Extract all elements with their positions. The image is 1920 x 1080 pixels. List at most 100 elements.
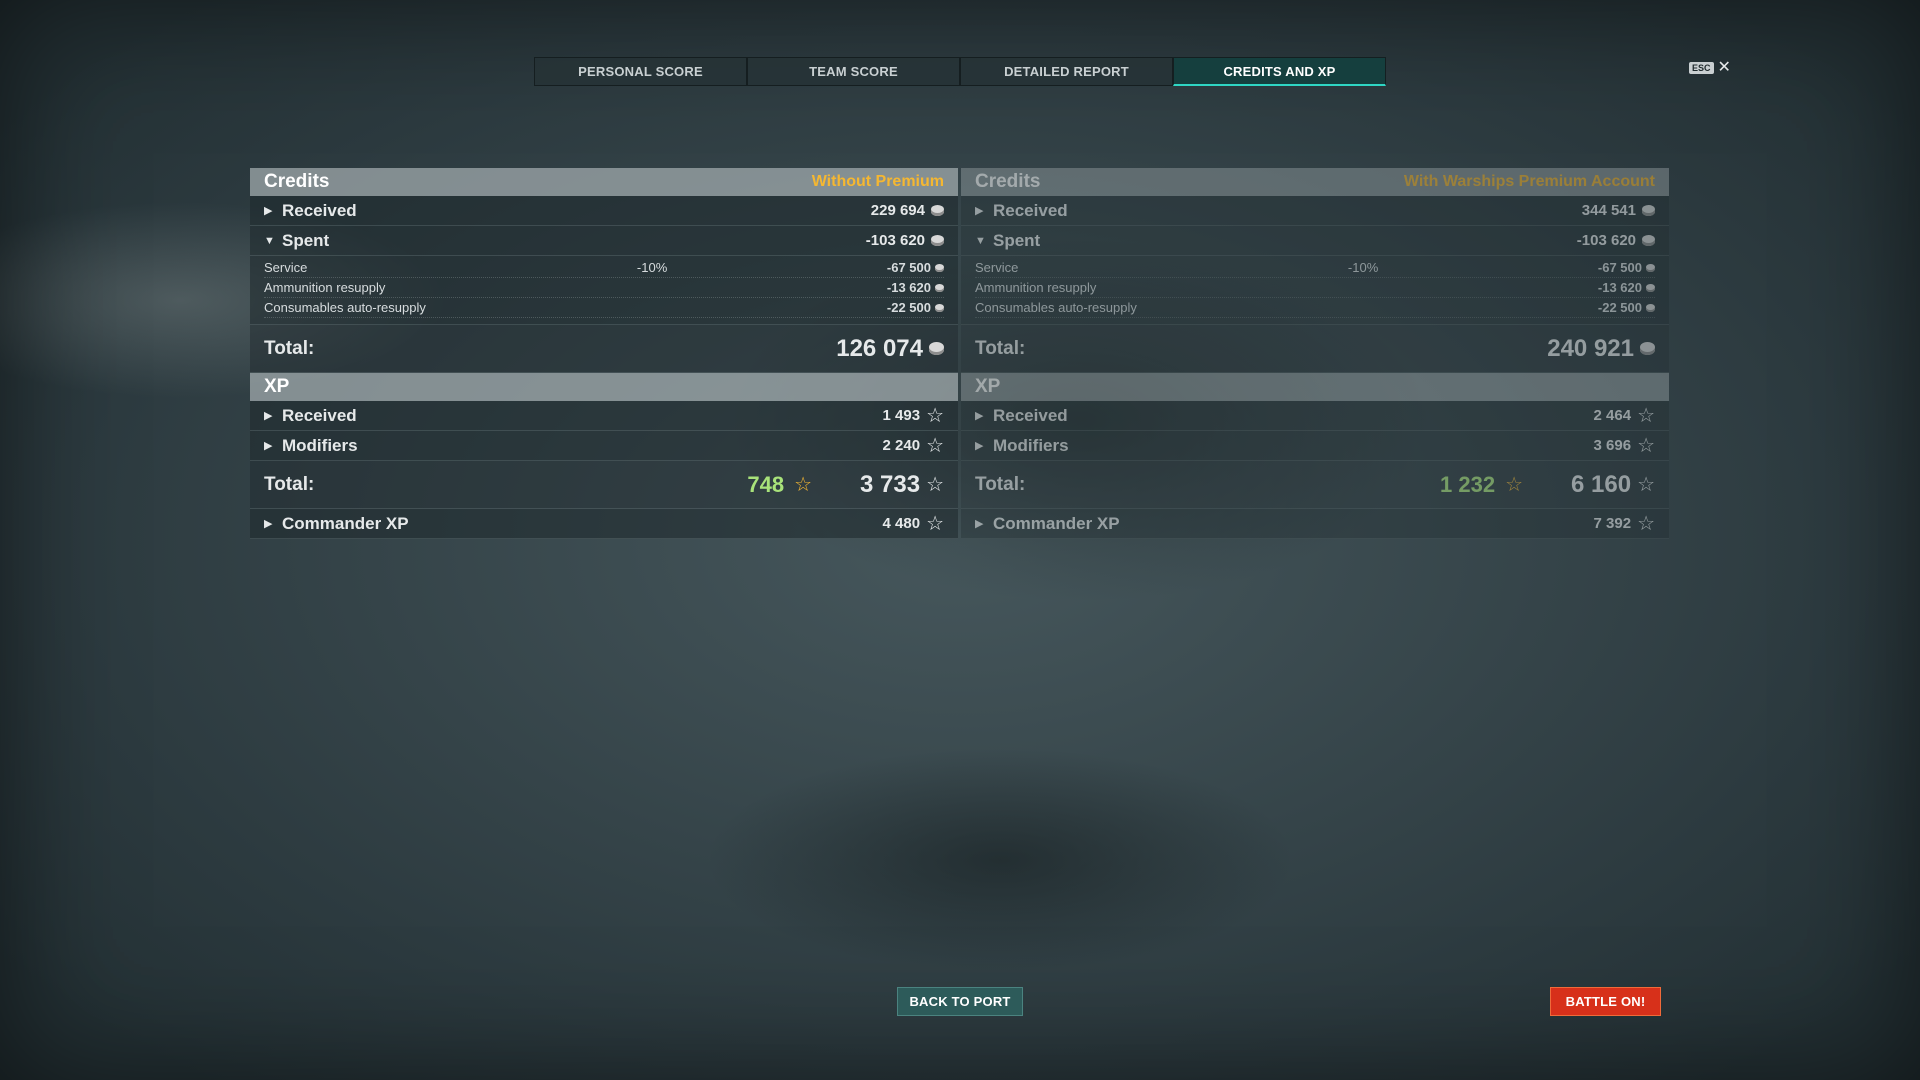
credits-received-row[interactable]: ▶ Received 344 541 xyxy=(961,196,1669,226)
xp-received-row[interactable]: ▶ Received 2 464 ☆ xyxy=(961,401,1669,431)
commander-xp-value: 4 480 xyxy=(882,515,921,532)
credits-total-row: Total: 126 074 xyxy=(250,325,958,373)
commander-xp-label: Commander XP xyxy=(282,513,409,533)
free-xp-group: 748 ☆ xyxy=(747,472,812,498)
detail-label: Consumables auto-resupply xyxy=(975,300,1137,315)
battle-background xyxy=(0,0,1920,1080)
detail-label: Service xyxy=(264,260,308,275)
xp-modifiers-value: 3 696 xyxy=(1593,437,1632,454)
battle-on-button[interactable]: BATTLE ON! xyxy=(1550,987,1661,1016)
commander-xp-label: Commander XP xyxy=(993,513,1120,533)
spent-detail-row: Ammunition resupply -13 620 xyxy=(264,278,944,298)
star-icon: ☆ xyxy=(1637,434,1655,457)
detail-percent: -10% xyxy=(636,260,668,275)
caret-right-icon: ▶ xyxy=(975,205,984,217)
xp-modifiers-value: 2 240 xyxy=(882,437,921,454)
spent-details: Service -10% -67 500 Ammunition resupply… xyxy=(961,256,1669,325)
xp-header: XP xyxy=(961,373,1669,401)
coin-icon xyxy=(1646,263,1655,272)
coin-icon xyxy=(1646,283,1655,292)
detail-value: -22 500 xyxy=(1597,300,1642,315)
coin-icon xyxy=(931,205,944,216)
commander-xp-row[interactable]: ▶ Commander XP 4 480 ☆ xyxy=(250,509,958,539)
detail-value: -22 500 xyxy=(886,300,931,315)
xp-received-label: Received xyxy=(993,405,1068,425)
detail-value: -13 620 xyxy=(886,280,931,295)
credits-spent-label: Spent xyxy=(282,230,330,250)
xp-total-row: Total: 748 ☆ 3 733 ☆ xyxy=(250,461,958,509)
detail-percent: -10% xyxy=(1347,260,1379,275)
detail-label: Service xyxy=(975,260,1019,275)
spent-detail-row: Service -10% -67 500 xyxy=(975,258,1655,278)
detail-label: Ammunition resupply xyxy=(975,280,1097,295)
commander-xp-row[interactable]: ▶ Commander XP 7 392 ☆ xyxy=(961,509,1669,539)
tab-detailed-report[interactable]: DETAILED REPORT xyxy=(960,57,1173,86)
free-xp-star-icon: ☆ xyxy=(794,473,812,496)
commander-xp-value: 7 392 xyxy=(1593,515,1632,532)
back-to-port-button[interactable]: BACK TO PORT xyxy=(897,987,1023,1016)
star-icon: ☆ xyxy=(1637,473,1655,496)
star-icon: ☆ xyxy=(926,434,944,457)
free-xp-value: 748 xyxy=(747,471,785,497)
close-icon: ✕ xyxy=(1717,59,1731,76)
credits-total-label: Total: xyxy=(975,337,1026,359)
xp-total-value: 6 160 xyxy=(1571,470,1632,498)
coin-icon xyxy=(935,303,944,312)
tab-credits-and-xp[interactable]: CREDITS AND XP xyxy=(1173,57,1386,86)
credits-spent-row[interactable]: ▼ Spent -103 620 xyxy=(961,226,1669,256)
credits-received-row[interactable]: ▶ Received 229 694 xyxy=(250,196,958,226)
results-tabs: PERSONAL SCORE TEAM SCORE DETAILED REPOR… xyxy=(534,57,1386,86)
caret-right-icon: ▶ xyxy=(975,518,984,530)
star-icon: ☆ xyxy=(1637,512,1655,535)
star-icon: ☆ xyxy=(926,473,944,496)
detail-label: Consumables auto-resupply xyxy=(264,300,426,315)
without-premium-label: Without Premium xyxy=(811,173,944,190)
spent-detail-row: Consumables auto-resupply -22 500 xyxy=(975,298,1655,318)
credits-header: Credits Without Premium xyxy=(250,168,958,196)
credits-spent-value: -103 620 xyxy=(1576,232,1636,249)
spent-detail-row: Ammunition resupply -13 620 xyxy=(975,278,1655,298)
with-premium-panel: Credits With Warships Premium Account ▶ … xyxy=(961,168,1669,539)
caret-right-icon: ▶ xyxy=(264,410,273,422)
tab-personal-score[interactable]: PERSONAL SCORE xyxy=(534,57,747,86)
coin-icon xyxy=(1642,235,1655,246)
credits-title: Credits xyxy=(264,171,330,192)
xp-title: XP xyxy=(975,376,1001,397)
xp-total-row: Total: 1 232 ☆ 6 160 ☆ xyxy=(961,461,1669,509)
caret-right-icon: ▶ xyxy=(975,410,984,422)
xp-received-value: 2 464 xyxy=(1593,407,1632,424)
credits-total-label: Total: xyxy=(264,337,315,359)
detail-value: -13 620 xyxy=(1597,280,1642,295)
with-premium-label: With Warships Premium Account xyxy=(1403,173,1655,190)
spent-detail-row: Consumables auto-resupply -22 500 xyxy=(264,298,944,318)
xp-received-row[interactable]: ▶ Received 1 493 ☆ xyxy=(250,401,958,431)
credits-received-label: Received xyxy=(282,200,357,220)
caret-right-icon: ▶ xyxy=(975,440,984,452)
xp-modifiers-row[interactable]: ▶ Modifiers 2 240 ☆ xyxy=(250,431,958,461)
credits-total-value: 240 921 xyxy=(1547,334,1634,362)
caret-right-icon: ▶ xyxy=(264,440,273,452)
star-icon: ☆ xyxy=(926,512,944,535)
free-xp-group: 1 232 ☆ xyxy=(1440,472,1523,498)
xp-header: XP xyxy=(250,373,958,401)
star-icon: ☆ xyxy=(1637,404,1655,427)
credits-title: Credits xyxy=(975,171,1041,192)
credits-spent-row[interactable]: ▼ Spent -103 620 xyxy=(250,226,958,256)
caret-down-icon: ▼ xyxy=(975,234,986,247)
free-xp-star-icon: ☆ xyxy=(1505,473,1523,496)
detail-label: Ammunition resupply xyxy=(264,280,386,295)
star-icon: ☆ xyxy=(926,404,944,427)
xp-modifiers-row[interactable]: ▶ Modifiers 3 696 ☆ xyxy=(961,431,1669,461)
close-button[interactable]: ESC ✕ xyxy=(1689,60,1731,76)
credits-received-value: 229 694 xyxy=(870,202,925,219)
caret-right-icon: ▶ xyxy=(264,205,273,217)
xp-modifiers-label: Modifiers xyxy=(993,435,1069,455)
coin-icon xyxy=(929,342,944,355)
spent-detail-row: Service -10% -67 500 xyxy=(264,258,944,278)
xp-total-label: Total: xyxy=(264,473,315,495)
tab-team-score[interactable]: TEAM SCORE xyxy=(747,57,960,86)
detail-value: -67 500 xyxy=(1597,260,1642,275)
credits-total-value: 126 074 xyxy=(836,334,923,362)
xp-received-label: Received xyxy=(282,405,357,425)
xp-received-value: 1 493 xyxy=(882,407,921,424)
